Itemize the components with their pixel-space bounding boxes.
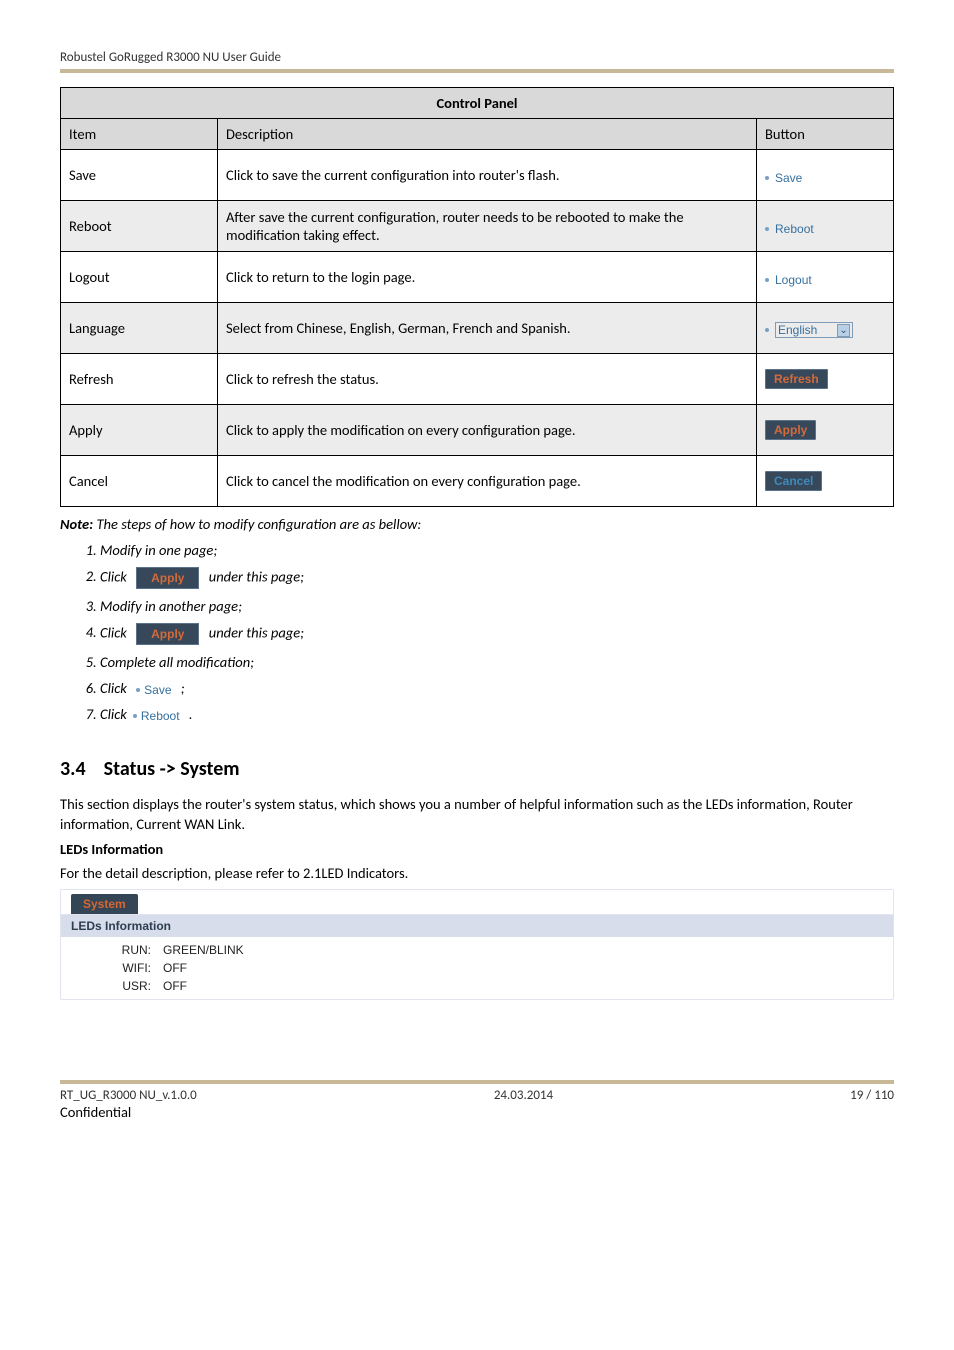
apply-button-inline[interactable]: Apply: [136, 623, 199, 645]
step-1: Modify in one page;: [100, 537, 894, 563]
item-cell: Language: [61, 303, 218, 354]
item-cell: Refresh: [61, 354, 218, 405]
step-5: Complete all modification;: [100, 649, 894, 675]
logout-link[interactable]: Logout: [765, 273, 812, 287]
step-2: Click Apply under this page;: [100, 563, 894, 593]
button-cell: Save: [757, 150, 894, 201]
leds-value: GREEN/BLINK: [163, 943, 244, 957]
col-desc: Description: [218, 119, 757, 150]
leds-value: OFF: [163, 979, 187, 993]
apply-button[interactable]: Apply: [765, 420, 816, 440]
tab-row: System: [61, 890, 893, 915]
footer-confidential: Confidential: [60, 1103, 894, 1121]
leds-subpara: For the detail description, please refer…: [60, 864, 894, 884]
item-cell: Save: [61, 150, 218, 201]
footer-right: 19 / 110: [850, 1088, 894, 1103]
step-4: Click Apply under this page;: [100, 619, 894, 649]
desc-cell: Click to apply the modification on every…: [218, 405, 757, 456]
desc-cell: After save the current configuration, ro…: [218, 201, 757, 252]
refresh-button[interactable]: Refresh: [765, 369, 828, 389]
item-cell: Apply: [61, 405, 218, 456]
button-cell: Refresh: [757, 354, 894, 405]
button-cell: Apply: [757, 405, 894, 456]
leds-value: OFF: [163, 961, 187, 975]
table-title: Control Panel: [61, 88, 894, 119]
button-cell: English⌄: [757, 303, 894, 354]
col-button: Button: [757, 119, 894, 150]
leds-info-header: LEDs Information: [61, 915, 893, 937]
leds-row: RUN:GREEN/BLINK: [61, 941, 893, 959]
desc-cell: Click to return to the login page.: [218, 252, 757, 303]
reboot-link[interactable]: Reboot: [765, 222, 814, 236]
button-cell: Reboot: [757, 201, 894, 252]
item-cell: Reboot: [61, 201, 218, 252]
footer-center: 24.03.2014: [494, 1088, 553, 1103]
system-panel: System LEDs Information RUN:GREEN/BLINKW…: [60, 889, 894, 1000]
leds-row: USR:OFF: [61, 977, 893, 995]
leds-label: WIFI:: [91, 961, 163, 975]
desc-cell: Click to cancel the modification on ever…: [218, 456, 757, 507]
step-3: Modify in another page;: [100, 593, 894, 619]
save-link-inline[interactable]: Save: [136, 683, 171, 697]
desc-cell: Click to refresh the status.: [218, 354, 757, 405]
item-cell: Cancel: [61, 456, 218, 507]
apply-button-inline[interactable]: Apply: [136, 567, 199, 589]
page-footer: RT_UG_R3000 NU_v.1.0.0 24.03.2014 19 / 1…: [60, 1080, 894, 1121]
note-block: Note: The steps of how to modify configu…: [60, 515, 894, 727]
button-cell: Logout: [757, 252, 894, 303]
doc-header: Robustel GoRugged R3000 NU User Guide: [60, 50, 894, 73]
footer-left: RT_UG_R3000 NU_v.1.0.0: [60, 1088, 197, 1103]
col-item: Item: [61, 119, 218, 150]
section-title: Status -> System: [104, 757, 240, 781]
note-label: Note:: [60, 515, 93, 533]
tab-system[interactable]: System: [71, 894, 138, 914]
language-select[interactable]: English⌄: [775, 322, 853, 338]
button-cell: Cancel: [757, 456, 894, 507]
step-6: Click Save ;: [100, 675, 894, 701]
chevron-down-icon: ⌄: [837, 324, 849, 337]
desc-cell: Click to save the current configuration …: [218, 150, 757, 201]
steps-list: Modify in one page; Click Apply under th…: [100, 537, 894, 727]
leds-subhead: LEDs Information: [60, 840, 894, 860]
leds-label: USR:: [91, 979, 163, 993]
leds-grid: RUN:GREEN/BLINKWIFI:OFFUSR:OFF: [61, 937, 893, 999]
cancel-button[interactable]: Cancel: [765, 471, 822, 491]
desc-cell: Select from Chinese, English, German, Fr…: [218, 303, 757, 354]
section-heading: 3.4 Status -> System: [60, 757, 894, 781]
note-text: The steps of how to modify configuration…: [93, 515, 421, 533]
section-para: This section displays the router's syste…: [60, 795, 894, 834]
leds-row: WIFI:OFF: [61, 959, 893, 977]
step-7: ClickReboot .: [100, 701, 894, 727]
control-panel-table: Control Panel Item Description Button Sa…: [60, 87, 894, 507]
reboot-link-inline[interactable]: Reboot: [133, 709, 180, 723]
section-number: 3.4: [60, 757, 86, 781]
item-cell: Logout: [61, 252, 218, 303]
leds-label: RUN:: [91, 943, 163, 957]
save-link[interactable]: Save: [765, 171, 802, 185]
